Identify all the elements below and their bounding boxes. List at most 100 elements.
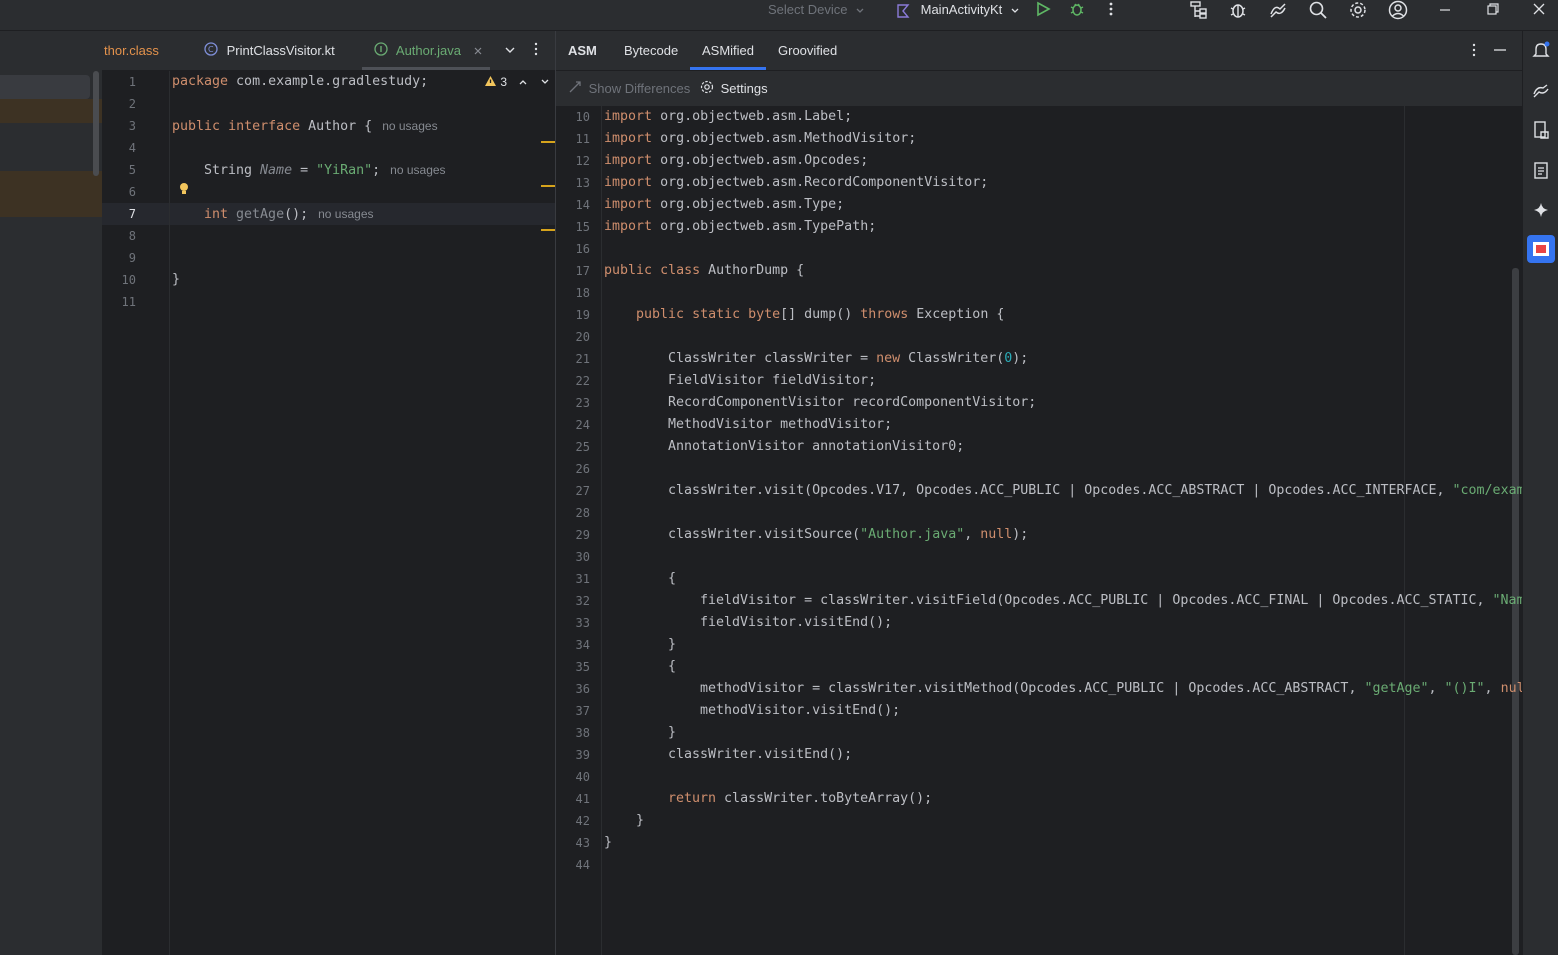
gradle-icon[interactable] xyxy=(1531,80,1551,100)
settings-button[interactable]: Settings xyxy=(700,71,768,106)
sync-icon[interactable] xyxy=(1268,0,1288,20)
account-icon[interactable] xyxy=(1388,0,1408,20)
code-text: , xyxy=(964,527,981,542)
tab-groovified[interactable]: Groovified xyxy=(778,31,837,70)
svg-text:C: C xyxy=(208,45,214,54)
line-number: 29 xyxy=(575,528,590,542)
line-number: 10 xyxy=(121,273,136,287)
code-line-5: String Name = "YiRan"; no usages xyxy=(204,159,446,181)
device-manager-icon[interactable] xyxy=(1531,120,1551,140)
gear-icon xyxy=(700,72,714,107)
usage-hint[interactable]: no usages xyxy=(318,207,373,221)
minimize-icon[interactable] xyxy=(1438,0,1452,20)
tab-author-class[interactable]: thor.class xyxy=(104,31,159,70)
code-text: org.objectweb.asm.Label; xyxy=(660,109,853,124)
code-text: ClassWriter classWriter = xyxy=(668,351,877,366)
gemini-icon[interactable] xyxy=(1531,200,1551,220)
line-number: 36 xyxy=(575,682,590,696)
string-literal: "()I" xyxy=(1444,681,1485,696)
chevron-down-icon[interactable] xyxy=(540,75,550,91)
keyword: interface xyxy=(228,119,301,134)
warning-stripe-marker[interactable] xyxy=(541,229,555,231)
code-line-1: package com.example.gradlestudy; xyxy=(172,71,428,93)
tab-printclassvisitor[interactable]: C PrintClassVisitor.kt xyxy=(204,31,335,70)
minimize-panel-icon[interactable] xyxy=(1493,31,1507,70)
code-line: classWriter.visitEnd(); xyxy=(668,747,853,762)
tab-asmified[interactable]: ASMified xyxy=(702,31,754,70)
keyword: class xyxy=(660,263,701,278)
code-text: com.example.gradlestudy; xyxy=(228,74,429,89)
panel-scrollbar[interactable] xyxy=(93,71,99,176)
keyword: package xyxy=(172,74,229,89)
line-number: 15 xyxy=(575,220,590,234)
tab-more-options[interactable] xyxy=(530,31,542,70)
profile-icon[interactable] xyxy=(1189,0,1209,20)
code-line-3: public interface Author {no usages xyxy=(172,115,438,137)
code-text: classWriter.toByteArray(); xyxy=(716,791,933,806)
chevron-down-icon xyxy=(855,6,865,16)
keyword: import xyxy=(604,219,653,234)
close-icon[interactable] xyxy=(1532,0,1546,20)
code-editor[interactable]: 1 2 3 4 5 6 7 8 9 10 11 package com.exam… xyxy=(102,71,555,955)
lightbulb-icon[interactable] xyxy=(178,181,190,200)
settings-icon[interactable] xyxy=(1348,0,1368,20)
bug-icon[interactable] xyxy=(1228,0,1248,20)
asmified-code-view[interactable]: 10 11 12 13 14 15 16 17 18 19 20 21 22 23 24 25 26 27 28 29… xyxy=(556,106,1522,955)
line-number: 14 xyxy=(575,198,590,212)
run-config-selector[interactable]: MainActivityKt xyxy=(895,0,1020,20)
line-number: 43 xyxy=(575,836,590,850)
notifications-icon[interactable] xyxy=(1531,40,1551,60)
active-tab-underline xyxy=(362,67,490,70)
tab-list-dropdown[interactable] xyxy=(504,31,516,70)
code-text: methodVisitor = classWriter.visitMethod(… xyxy=(700,681,1365,696)
device-selector[interactable]: Select Device xyxy=(768,0,865,20)
more-vertical-icon[interactable] xyxy=(1103,1,1119,21)
code-line: } xyxy=(668,725,677,740)
plugin-icon[interactable] xyxy=(1527,235,1555,263)
inspection-widget[interactable]: 3 xyxy=(484,74,550,90)
line-number: 6 xyxy=(128,185,136,199)
tab-label: Author.java xyxy=(395,43,461,58)
code-line: methodVisitor.visitEnd(); xyxy=(700,703,901,718)
editor-tab-bar: thor.class C PrintClassVisitor.kt Author… xyxy=(102,31,555,71)
line-number: 16 xyxy=(575,242,590,256)
warning-stripe-marker[interactable] xyxy=(541,141,555,143)
code-text: { xyxy=(356,119,373,134)
code-line: import org.objectweb.asm.RecordComponent… xyxy=(604,172,988,194)
code-text: org.objectweb.asm.RecordComponentVisitor… xyxy=(660,175,989,190)
project-panel xyxy=(0,31,102,955)
more-vertical-icon[interactable] xyxy=(1468,31,1480,70)
run-icon[interactable] xyxy=(1035,1,1051,21)
tab-asm[interactable]: ASM xyxy=(568,31,597,70)
show-differences-label: Show Differences xyxy=(588,81,691,96)
project-row-highlight[interactable] xyxy=(0,99,102,123)
show-differences-button[interactable]: Show Differences xyxy=(568,71,690,106)
code-line: fieldVisitor.visitEnd(); xyxy=(700,615,893,630)
code-line-7: int getAge(); no usages xyxy=(204,203,374,225)
tab-close-icon[interactable] xyxy=(473,32,483,71)
warning-icon xyxy=(484,75,497,91)
warning-stripe-marker[interactable] xyxy=(541,185,555,187)
code-text: , xyxy=(1484,681,1501,696)
chevron-up-icon[interactable] xyxy=(518,75,528,91)
project-row-highlight[interactable] xyxy=(0,171,102,217)
active-tab-underline xyxy=(690,67,766,70)
keyword: nul xyxy=(1500,681,1522,696)
clipboard-icon[interactable] xyxy=(1531,160,1551,180)
keyword: import xyxy=(604,153,653,168)
usage-hint[interactable]: no usages xyxy=(382,119,437,133)
tab-author-java[interactable]: Author.java xyxy=(374,31,483,70)
project-row-selected[interactable] xyxy=(0,75,90,99)
line-number-gutter: 10 11 12 13 14 15 16 17 18 19 20 21 22 23 24 25 26 27 28 29… xyxy=(556,106,602,955)
restore-icon[interactable] xyxy=(1486,0,1500,20)
search-icon[interactable] xyxy=(1308,0,1328,20)
tab-label: thor.class xyxy=(104,43,159,58)
code-text: org.objectweb.asm.TypePath; xyxy=(660,219,877,234)
tab-bytecode[interactable]: Bytecode xyxy=(624,31,678,70)
code-line: RecordComponentVisitor recordComponentVi… xyxy=(668,395,1037,410)
keyword: return xyxy=(668,791,717,806)
asm-tool-tabs: ASM Bytecode ASMified Groovified xyxy=(556,31,1522,71)
code-line-10: } xyxy=(172,272,181,287)
debug-icon[interactable] xyxy=(1069,1,1085,21)
usage-hint[interactable]: no usages xyxy=(390,163,445,177)
